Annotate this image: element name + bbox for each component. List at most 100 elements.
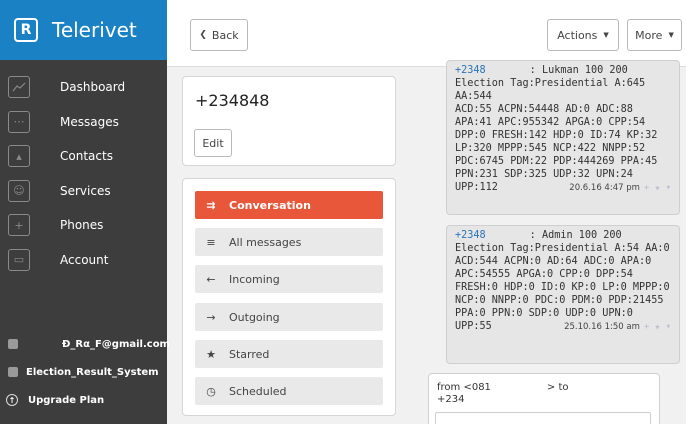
chevron-left-icon: ❮: [199, 30, 207, 40]
brand-header[interactable]: R Telerivet: [0, 0, 167, 60]
message-bubble[interactable]: +2348: Lukman 100 200 Election Tag:Presi…: [446, 60, 680, 215]
message-line: FRESH:0 HDP:0 ID:0 KP:0 LP:0 MPPP:0: [455, 282, 670, 293]
message-filter-panel: ⇉ Conversation ≡ All messages ← Incoming…: [182, 178, 396, 416]
sidebar-item-label: Messages: [60, 114, 119, 129]
filter-incoming[interactable]: ← Incoming: [195, 265, 383, 293]
sidebar-item-messages[interactable]: ⋯ Messages: [0, 105, 167, 140]
briefcase-icon: ▭: [8, 248, 30, 271]
actions-label: Actions: [557, 28, 598, 42]
contact-phone: +234848: [195, 91, 302, 110]
star-icon[interactable]: + ★ ▾: [644, 183, 671, 193]
contact-phone-number: +234848: [195, 91, 270, 110]
phone-icon: +: [8, 214, 30, 237]
conversation-icon: ⇉: [206, 198, 216, 212]
message-line: LP:320 MPPP:545 NCP:422 NNPP:52: [455, 143, 646, 154]
message-input[interactable]: [435, 412, 651, 424]
compose-to-number: +234: [437, 394, 465, 405]
user-icon: [8, 339, 18, 349]
message-line: PPN:231 SDP:325 UDP:32 UPN:24: [455, 169, 633, 180]
filter-label: Conversation: [229, 198, 311, 212]
sidebar-item-label: Dashboard: [60, 80, 126, 95]
message-bubble[interactable]: +2348 : Admin 100 200 Election Tag:Presid…: [446, 225, 680, 364]
user-email: Ð_Rα_F@gmail.com: [62, 338, 170, 350]
caret-down-icon: ▼: [668, 31, 674, 39]
compose-header: from <081 > to +234: [437, 382, 569, 406]
app: R Telerivet Dashboard ⋯ Messages ▴ Conta…: [0, 0, 686, 424]
sender-number[interactable]: +2348: [455, 65, 486, 76]
compose-to-label: > to: [546, 382, 569, 393]
message-footer: UPP:112 20.6.16 4:47 pm + ★ ▾: [455, 181, 671, 195]
back-button[interactable]: ❮ Back: [190, 19, 248, 51]
filter-label: Outgoing: [229, 310, 280, 324]
redaction: [269, 94, 302, 109]
more-button[interactable]: More ▼: [627, 19, 682, 51]
message-header-text: : Admin 100 200: [529, 230, 622, 241]
more-label: More: [635, 28, 663, 42]
filter-label: All messages: [229, 235, 302, 249]
sender-number[interactable]: +2348: [455, 230, 486, 241]
sidebar-item-contacts[interactable]: ▴ Contacts: [0, 139, 167, 174]
list-icon: ≡: [206, 235, 216, 249]
message-line: ACD:55 ACPN:54448 AD:0 ADC:88: [455, 104, 633, 115]
folder-icon: [8, 367, 18, 377]
star-icon: ★: [206, 347, 216, 361]
message-line: PDC:6745 PDM:22 PDP:444269 PPA:45: [455, 156, 658, 167]
telerivet-logo-icon: R: [14, 18, 38, 42]
message-line: UPP:112: [455, 182, 498, 193]
sidebar-nav: Dashboard ⋯ Messages ▴ Contacts ☺ Servic…: [0, 70, 167, 277]
chart-icon: [8, 76, 30, 99]
message-line: APC:54555 APGA:0 CPP:0 DPP:54: [455, 269, 633, 280]
message-footer: UPP:55 25.10.16 1:50 am + ★ ▾: [455, 320, 671, 334]
chat-icon: ⋯: [8, 110, 30, 133]
compose-box: from <081 > to +234: [428, 373, 660, 424]
sidebar-item-label: Phones: [60, 218, 104, 233]
filter-all-messages[interactable]: ≡ All messages: [195, 228, 383, 256]
sidebar-item-label: Account: [60, 252, 109, 267]
top-bar: ❮ Back Actions ▼ More ▼: [167, 0, 686, 67]
message-time: 20.6.16 4:47 pm: [569, 183, 640, 193]
upgrade-icon: ↑: [6, 394, 18, 406]
sidebar-item-services[interactable]: ☺ Services: [0, 174, 167, 209]
message-line: Election Tag:Presidential A:54 AA:0: [455, 243, 670, 254]
message-line: PPA:0 PPN:0 SDP:0 UDP:0 UPN:0: [455, 308, 633, 319]
project-name: Election_Result_System: [26, 366, 159, 378]
sidebar-item-dashboard[interactable]: Dashboard: [0, 70, 167, 105]
contact-card: +234848 Edit: [182, 76, 396, 166]
actions-button[interactable]: Actions ▼: [547, 19, 619, 51]
sidebar-item-label: Services: [60, 183, 111, 198]
star-icon[interactable]: + ★ ▾: [644, 322, 671, 332]
filter-label: Scheduled: [229, 384, 287, 398]
robot-icon: ☺: [8, 179, 30, 202]
filter-conversation[interactable]: ⇉ Conversation: [195, 191, 383, 219]
upgrade-label: Upgrade Plan: [28, 394, 105, 406]
filter-outgoing[interactable]: → Outgoing: [195, 303, 383, 331]
user-email-row[interactable]: Ð_Rα_F@gmail.com: [0, 330, 170, 358]
compose-from: from <081: [437, 382, 491, 393]
filter-starred[interactable]: ★ Starred: [195, 340, 383, 368]
message-line: DPP:0 FRESH:142 HDP:0 ID:74 KP:32: [455, 130, 658, 141]
message-line: NCP:0 NNPP:0 PDC:0 PDM:0 PDP:21455: [455, 295, 664, 306]
edit-button[interactable]: Edit: [194, 129, 232, 157]
message-header: +2348 : Lukman 100 200: [455, 64, 671, 77]
arrow-left-icon: ←: [206, 272, 216, 286]
filter-scheduled[interactable]: ◷ Scheduled: [195, 377, 383, 405]
filter-label: Starred: [229, 347, 270, 361]
sidebar: R Telerivet Dashboard ⋯ Messages ▴ Conta…: [0, 0, 170, 424]
message-time: 25.10.16 1:50 am: [564, 322, 640, 332]
upgrade-plan-row[interactable]: ↑ Upgrade Plan: [0, 386, 167, 414]
arrow-right-icon: →: [206, 310, 216, 324]
sidebar-item-account[interactable]: ▭ Account: [0, 243, 167, 278]
message-header: +2348 : Admin 100 200: [455, 229, 671, 242]
message-header-text: : Lukman 100 200: [529, 65, 628, 76]
contact-icon: ▴: [8, 145, 30, 168]
sidebar-item-phones[interactable]: + Phones: [0, 208, 167, 243]
message-line: UPP:55: [455, 321, 492, 332]
back-label: Back: [211, 28, 239, 42]
sidebar-footer: Ð_Rα_F@gmail.com Election_Result_System …: [0, 330, 170, 414]
message-line: APA:41 APC:955342 APGA:0 CPP:54: [455, 117, 646, 128]
brand-name: Telerivet: [52, 18, 137, 42]
clock-icon: ◷: [206, 384, 216, 398]
project-row[interactable]: Election_Result_System: [0, 358, 167, 386]
caret-down-icon: ▼: [603, 31, 609, 39]
filter-label: Incoming: [229, 272, 280, 286]
